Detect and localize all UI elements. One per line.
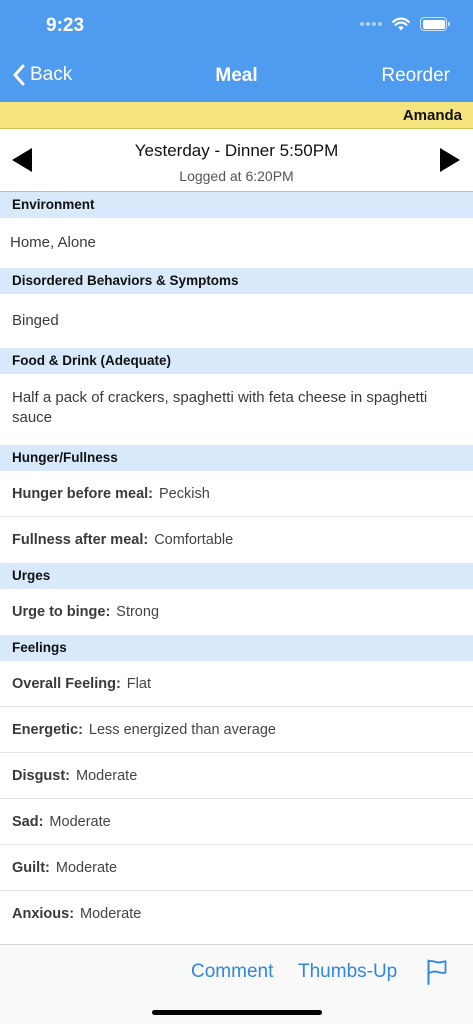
home-indicator [152, 1010, 322, 1015]
field-row: Disgust: Moderate [0, 753, 473, 799]
wifi-icon [392, 17, 410, 31]
cellular-signal-icon [360, 22, 382, 26]
field-value: Moderate [55, 859, 118, 876]
status-icons [360, 17, 450, 31]
field-row: Guilt: Moderate [0, 845, 473, 891]
page-title: Meal [215, 65, 258, 86]
section-header-hunger: Hunger/Fullness [0, 445, 473, 471]
environment-value: Home, Alone [0, 218, 473, 268]
field-row: Hunger before meal: Peckish [0, 471, 473, 517]
field-value: Moderate [49, 813, 111, 830]
meal-logged-time: Logged at 6:20PM [179, 168, 294, 184]
field-row: Urge to binge: Strong [0, 589, 473, 635]
field-label: Guilt: [12, 859, 50, 876]
back-label: Back [30, 64, 73, 85]
comment-button[interactable]: Comment [191, 961, 273, 983]
field-value: Flat [126, 675, 151, 692]
back-button[interactable]: Back [12, 64, 72, 86]
battery-icon [420, 17, 450, 31]
status-time: 9:23 [46, 15, 85, 36]
meal-header: Yesterday - Dinner 5:50PM Logged at 6:20… [0, 129, 473, 192]
field-label: Fullness after meal: [12, 532, 149, 548]
user-strip: Amanda [0, 102, 473, 129]
field-label: Overall Feeling: [12, 675, 121, 692]
field-value: Comfortable [154, 532, 234, 548]
section-header-behaviors: Disordered Behaviors & Symptoms [0, 268, 473, 294]
hunger-list: Hunger before meal: Peckish Fullness aft… [0, 471, 473, 563]
thumbs-up-button[interactable]: Thumbs-Up [298, 961, 397, 983]
field-value: Peckish [159, 485, 210, 502]
field-value: Moderate [80, 906, 142, 922]
field-label: Disgust: [12, 767, 70, 784]
field-label: Hunger before meal: [12, 485, 153, 502]
field-label: Urge to binge: [12, 604, 111, 620]
urges-list: Urge to binge: Strong [0, 589, 473, 635]
section-header-urges: Urges [0, 563, 473, 589]
field-row: Fullness after meal: Comfortable [0, 517, 473, 563]
chevron-left-icon [13, 64, 25, 86]
field-label: Sad: [12, 813, 44, 830]
meal-details[interactable]: Environment Home, Alone Disordered Behav… [0, 192, 473, 944]
user-name: Amanda [402, 107, 462, 124]
section-header-feelings: Feelings [0, 635, 473, 661]
section-header-food: Food & Drink (Adequate) [0, 348, 473, 374]
field-row: Anxious: Moderate [0, 891, 473, 937]
field-label: Energetic: [12, 721, 83, 738]
reorder-button[interactable]: Reorder [381, 65, 450, 87]
status-bar: 9:23 [0, 0, 473, 52]
bottom-toolbar: Comment Thumbs-Up [0, 944, 473, 1024]
flag-icon[interactable] [426, 959, 448, 985]
field-row: Energetic: Less energized than average [0, 707, 473, 753]
field-value: Strong [116, 604, 160, 620]
field-value: Moderate [76, 767, 138, 784]
field-row: Overall Feeling: Flat [0, 661, 473, 707]
field-value: Less energized than average [88, 721, 276, 738]
field-row: Sad: Moderate [0, 799, 473, 845]
next-meal-arrow-icon[interactable] [440, 148, 460, 172]
meal-title: Yesterday - Dinner 5:50PM [134, 141, 339, 160]
food-value: Half a pack of crackers, spaghetti with … [0, 374, 473, 445]
navigation-bar: Back Meal Reorder [0, 52, 473, 102]
section-header-environment: Environment [0, 192, 473, 218]
field-label: Anxious: [12, 906, 75, 922]
behaviors-value: Binged [0, 294, 473, 348]
feelings-list: Overall Feeling: Flat Energetic: Less en… [0, 661, 473, 937]
